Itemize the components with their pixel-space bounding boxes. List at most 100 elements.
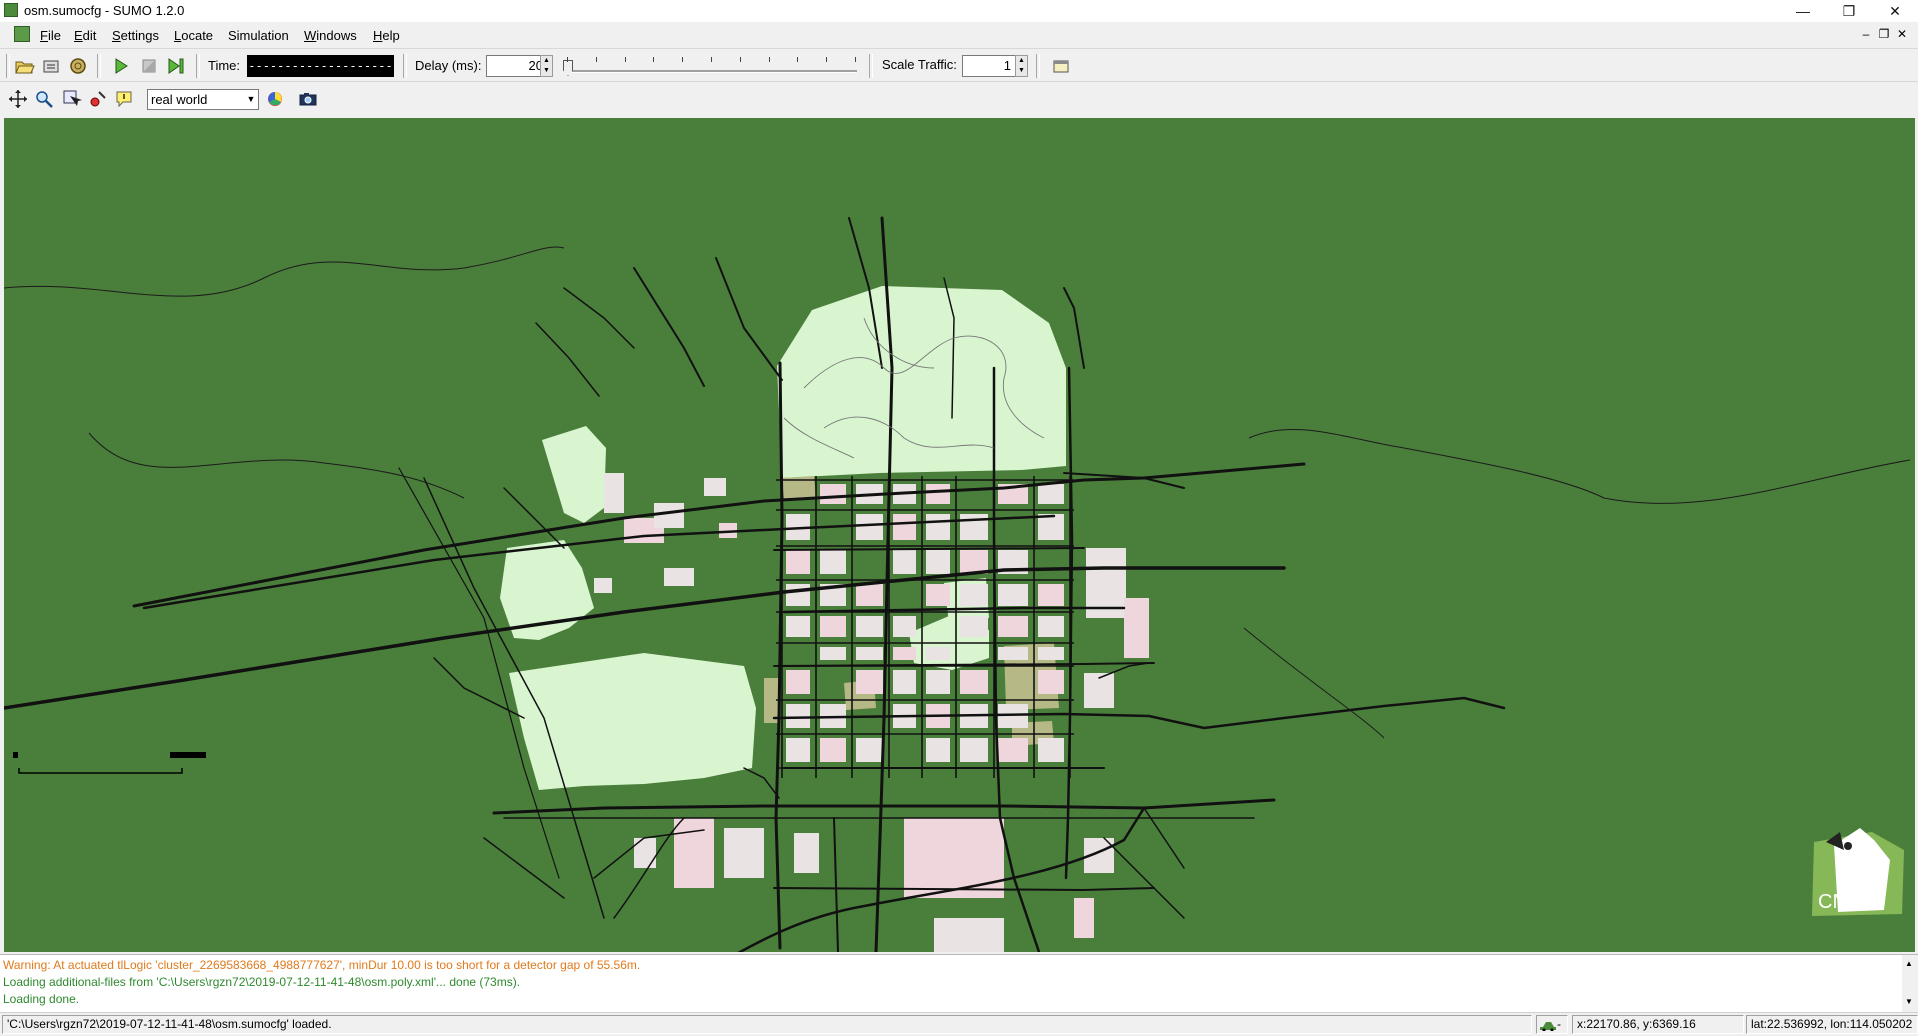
scroll-down-icon[interactable]: ▼ <box>1905 997 1913 1006</box>
building-block <box>1038 670 1064 694</box>
building-block <box>856 647 883 660</box>
building-block <box>904 818 1004 898</box>
building-block <box>960 514 988 540</box>
building-block <box>998 616 1028 637</box>
folder-open-icon[interactable] <box>13 55 35 77</box>
building-block <box>594 578 612 593</box>
vehicle-status: - <box>1536 1015 1568 1034</box>
building-block <box>1038 738 1064 762</box>
menu-help[interactable]: Help <box>373 28 400 43</box>
time-label: Time: <box>208 58 241 73</box>
edit-breakpoint-icon[interactable] <box>87 88 109 110</box>
building-block <box>1124 598 1149 658</box>
chevron-down-icon[interactable]: ▼ <box>244 90 258 109</box>
menu-settings[interactable]: Settings <box>112 28 159 43</box>
building-block <box>794 833 819 873</box>
delay-input[interactable]: 20 <box>486 55 548 77</box>
building-block <box>654 503 684 528</box>
scale-traffic-input[interactable]: 1 <box>962 55 1016 77</box>
building-block <box>960 670 988 694</box>
building-block <box>926 670 950 694</box>
building-block <box>893 550 916 574</box>
screenshot-icon[interactable] <box>297 88 319 110</box>
stop-icon[interactable] <box>138 55 160 77</box>
building-block <box>786 670 810 694</box>
window-title: osm.sumocfg - SUMO 1.2.0 <box>24 3 185 18</box>
close-button[interactable]: ✕ <box>1872 0 1918 22</box>
building-block <box>820 647 846 660</box>
slider-tick <box>567 57 568 62</box>
building-block <box>704 478 726 496</box>
simulation-toolbar: Time: -------------------- Delay (ms): 2… <box>0 48 1918 82</box>
play-icon[interactable] <box>110 55 132 77</box>
color-settings-icon[interactable] <box>264 88 286 110</box>
car-icon <box>1540 1021 1556 1032</box>
color-scheme-select[interactable]: real world ▼ <box>147 89 259 110</box>
delay-slider[interactable] <box>561 55 861 77</box>
reload-icon[interactable] <box>40 55 62 77</box>
menu-edit[interactable]: Edit <box>74 28 96 43</box>
road-network-map[interactable]: CN <box>4 118 1915 952</box>
building-block <box>674 818 714 888</box>
building-block <box>664 568 694 586</box>
slider-tick <box>624 57 626 62</box>
sumo-app-icon <box>4 3 18 17</box>
menu-bar: File Edit Settings Locate Simulation Win… <box>0 22 1918 48</box>
message-window: Warning: At actuated tlLogic 'cluster_22… <box>0 954 1918 1012</box>
breakpoint-editor-icon[interactable] <box>1050 55 1072 77</box>
scroll-up-icon[interactable]: ▲ <box>1905 959 1913 968</box>
message-warning: Warning: At actuated tlLogic 'cluster_22… <box>3 958 641 972</box>
mdi-restore-button[interactable]: ❐ <box>1876 26 1892 42</box>
building-block <box>820 484 846 504</box>
map-view[interactable]: CN <box>4 118 1915 952</box>
latlon-coordinates: lat:22.536992, lon:114.050202 <box>1746 1015 1918 1034</box>
building-block <box>604 473 624 513</box>
xy-coordinates: x:22170.86, y:6369.16 <box>1572 1015 1744 1034</box>
recenter-icon[interactable] <box>7 88 29 110</box>
mdi-minimize-button[interactable]: – <box>1858 26 1874 42</box>
document-icon[interactable] <box>14 26 30 42</box>
color-scheme-value: real world <box>151 92 208 107</box>
building-block <box>1038 584 1064 606</box>
menu-file[interactable]: File <box>40 28 61 43</box>
delay-slider-track <box>565 70 857 73</box>
zoom-icon[interactable] <box>33 88 55 110</box>
menu-windows[interactable]: Windows <box>304 28 357 43</box>
building-block <box>724 828 764 878</box>
building-block <box>1038 484 1064 504</box>
building-block <box>926 484 950 504</box>
building-block <box>1038 616 1064 637</box>
car-separator: - <box>1557 1017 1561 1031</box>
building-block <box>998 647 1028 660</box>
restore-button[interactable]: ❐ <box>1826 0 1872 22</box>
delay-slider-thumb[interactable] <box>563 60 573 76</box>
toolbar-separator <box>869 54 873 78</box>
toolbar-separator <box>403 54 407 78</box>
status-bar: 'C:\Users\rgzn72\2019-07-12-11-41-48\osm… <box>0 1012 1918 1036</box>
slider-tick <box>682 57 684 62</box>
delay-spinner[interactable]: ▲ ▼ <box>540 55 553 77</box>
building-block <box>856 584 883 606</box>
view-toolbar: real world ▼ <box>0 82 1918 118</box>
message-scrollbar[interactable]: ▲ ▼ <box>1902 955 1918 1012</box>
mdi-close-button[interactable]: ✕ <box>1894 26 1910 42</box>
menu-locate[interactable]: Locate <box>174 28 213 43</box>
show-tooltips-icon[interactable] <box>114 88 136 110</box>
close-simulation-icon[interactable] <box>67 55 89 77</box>
building-block <box>786 738 810 762</box>
building-block <box>786 550 810 574</box>
toolbar-separator <box>1036 54 1040 78</box>
scale-traffic-spinner[interactable]: ▲ ▼ <box>1015 55 1028 77</box>
menu-simulation[interactable]: Simulation <box>228 28 289 43</box>
minimize-button[interactable]: — <box>1780 0 1826 22</box>
building-block <box>1074 898 1094 938</box>
step-icon[interactable] <box>165 55 187 77</box>
building-block <box>998 584 1028 606</box>
locate-icon[interactable] <box>61 88 83 110</box>
time-display: -------------------- <box>247 55 394 77</box>
status-message: 'C:\Users\rgzn72\2019-07-12-11-41-48\osm… <box>2 1015 1532 1034</box>
toolbar-separator <box>97 54 101 78</box>
slider-tick <box>653 57 655 62</box>
slider-tick <box>595 57 597 62</box>
scale-bar <box>13 752 206 774</box>
